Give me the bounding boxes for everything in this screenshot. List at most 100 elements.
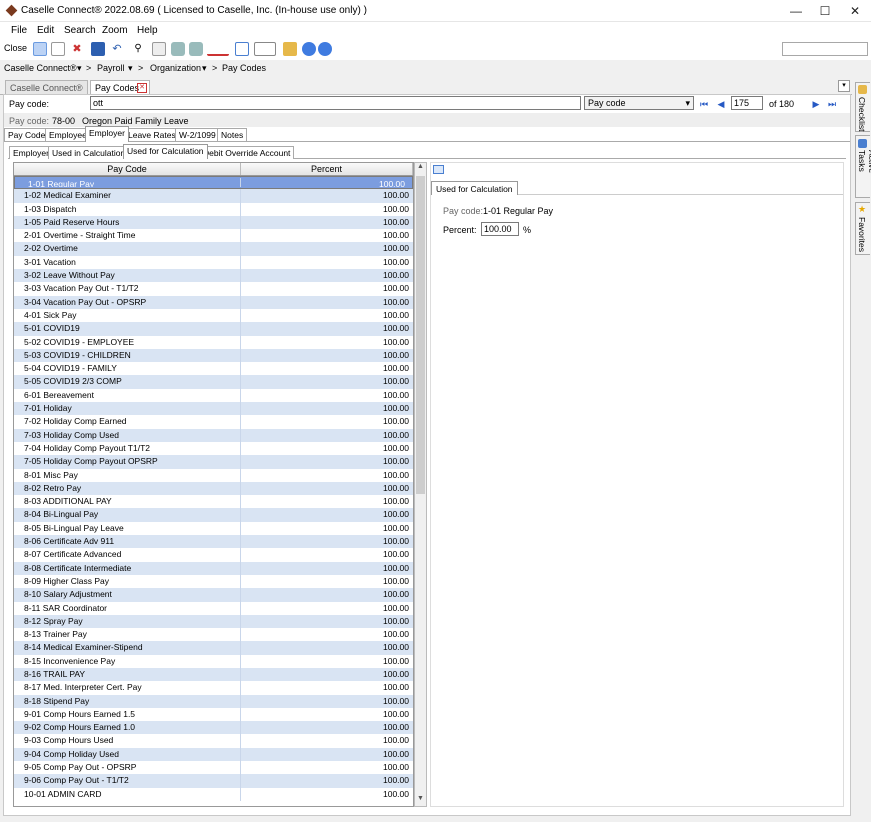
- column-header-pay-code[interactable]: Pay Code: [14, 163, 241, 175]
- breadcrumb-organization[interactable]: Organization: [150, 63, 201, 73]
- table-row[interactable]: 8-07 Certificate Advanced 100.00: [14, 548, 413, 562]
- paycode-lookup-input[interactable]: ott: [90, 96, 581, 110]
- print-preview-icon[interactable]: [189, 42, 203, 56]
- table-row[interactable]: 8-01 Misc Pay 100.00: [14, 468, 413, 482]
- table-row[interactable]: 8-14 Medical Examiner-Stipend 100.00: [14, 641, 413, 655]
- table-row[interactable]: 9-05 Comp Pay Out - OPSRP 100.00: [14, 761, 413, 775]
- undo-icon[interactable]: ↶: [110, 42, 124, 56]
- lock-icon[interactable]: [283, 42, 297, 56]
- menu-edit[interactable]: Edit: [37, 25, 54, 36]
- table-row[interactable]: 5-02 COVID19 - EMPLOYEE 100.00: [14, 335, 413, 349]
- menu-zoom[interactable]: Zoom: [102, 25, 128, 36]
- attach-dropdown-icon[interactable]: [254, 42, 276, 56]
- table-row[interactable]: 2-02 Overtime 100.00: [14, 242, 413, 256]
- table-row[interactable]: 8-06 Certificate Adv 911 100.00: [14, 535, 413, 549]
- scroll-up-icon[interactable]: ▲: [415, 163, 426, 174]
- save-icon[interactable]: [91, 42, 105, 56]
- list-dropdown-icon[interactable]: [207, 42, 229, 56]
- first-record-button[interactable]: ⏮: [699, 98, 709, 110]
- tab-leave-rates[interactable]: Leave Rates: [124, 128, 180, 141]
- table-row[interactable]: 4-01 Sick Pay 100.00: [14, 308, 413, 323]
- table-row[interactable]: 9-01 Comp Hours Earned 1.5 100.00: [14, 707, 413, 722]
- tab-list-dropdown-icon[interactable]: ▾: [838, 80, 850, 92]
- table-row[interactable]: 1-02 Medical Examiner 100.00: [14, 189, 413, 203]
- table-row[interactable]: 9-04 Comp Holiday Used 100.00: [14, 747, 413, 762]
- notes-icon[interactable]: [152, 42, 166, 56]
- chevron-down-icon[interactable]: ▾: [128, 63, 133, 74]
- copy-icon[interactable]: [235, 42, 249, 56]
- breadcrumb-payroll[interactable]: Payroll: [97, 63, 125, 73]
- table-row[interactable]: 3-03 Vacation Pay Out - T1/T2 100.00: [14, 282, 413, 296]
- table-row[interactable]: 8-13 Trainer Pay 100.00: [14, 628, 413, 642]
- close-window-button[interactable]: ✕: [840, 0, 870, 22]
- table-row[interactable]: 3-01 Vacation 100.00: [14, 255, 413, 270]
- delete-icon[interactable]: ✖: [70, 42, 84, 56]
- help-icon[interactable]: [302, 42, 316, 56]
- detail-options-icon[interactable]: [433, 165, 444, 174]
- table-row[interactable]: 8-15 Inconvenience Pay 100.00: [14, 654, 413, 668]
- table-row[interactable]: 8-18 Stipend Pay 100.00: [14, 694, 413, 708]
- table-row[interactable]: 5-01 COVID19 100.00: [14, 322, 413, 336]
- table-row[interactable]: 9-02 Comp Hours Earned 1.0 100.00: [14, 721, 413, 735]
- table-row[interactable]: 8-03 ADDITIONAL PAY 100.00: [14, 495, 413, 509]
- percent-input[interactable]: 100.00: [481, 222, 519, 236]
- table-row[interactable]: 8-08 Certificate Intermediate 100.00: [14, 561, 413, 575]
- next-record-button[interactable]: ▶: [811, 98, 821, 110]
- table-row[interactable]: 8-09 Higher Class Pay 100.00: [14, 574, 413, 589]
- table-row[interactable]: 8-05 Bi-Lingual Pay Leave 100.00: [14, 521, 413, 536]
- column-header-percent[interactable]: Percent: [241, 163, 413, 175]
- tab-pay-code[interactable]: Pay Code: [4, 128, 50, 141]
- prev-record-button[interactable]: ◀: [716, 98, 726, 110]
- table-row[interactable]: 9-06 Comp Pay Out - T1/T2 100.00: [14, 774, 413, 788]
- table-row[interactable]: 9-03 Comp Hours Used 100.00: [14, 734, 413, 748]
- table-row[interactable]: 7-04 Holiday Comp Payout T1/T2 100.00: [14, 441, 413, 456]
- table-row[interactable]: 10-01 ADMIN CARD 100.00: [14, 787, 413, 801]
- search-by-select[interactable]: Pay code ▾: [584, 96, 694, 110]
- tab-notes[interactable]: Notes: [217, 128, 248, 141]
- minimize-button[interactable]: —: [781, 0, 811, 22]
- table-row[interactable]: 7-02 Holiday Comp Earned 100.00: [14, 415, 413, 429]
- table-row[interactable]: 7-05 Holiday Comp Payout OPSRP 100.00: [14, 455, 413, 469]
- table-row[interactable]: 2-01 Overtime - Straight Time 100.00: [14, 229, 413, 243]
- edit-pencil-icon[interactable]: [33, 42, 47, 56]
- tab-employee[interactable]: Employee: [45, 128, 91, 141]
- table-row[interactable]: 5-05 COVID19 2/3 COMP 100.00: [14, 375, 413, 389]
- table-row[interactable]: 1-03 Dispatch 100.00: [14, 202, 413, 216]
- subtab-used-for-calculation[interactable]: Used for Calculation: [123, 144, 208, 159]
- table-row[interactable]: 1-05 Paid Reserve Hours 100.00: [14, 215, 413, 230]
- info-icon[interactable]: [318, 42, 332, 56]
- subtab-employer[interactable]: Employer: [9, 146, 53, 159]
- scrollbar-thumb[interactable]: [416, 176, 425, 494]
- close-button[interactable]: Close: [4, 43, 27, 53]
- toolbar-search-input[interactable]: [782, 42, 868, 56]
- table-row[interactable]: 8-10 Salary Adjustment 100.00: [14, 588, 413, 602]
- new-record-icon[interactable]: [51, 42, 65, 56]
- maximize-button[interactable]: ☐: [810, 0, 840, 22]
- menu-help[interactable]: Help: [137, 25, 158, 36]
- table-row[interactable]: 3-04 Vacation Pay Out - OPSRP 100.00: [14, 295, 413, 309]
- print-icon[interactable]: [171, 42, 185, 56]
- breadcrumb-home[interactable]: Caselle Connect®: [4, 63, 77, 73]
- table-row[interactable]: 7-01 Holiday 100.00: [14, 402, 413, 416]
- table-row[interactable]: 5-03 COVID19 - CHILDREN 100.00: [14, 348, 413, 363]
- table-row[interactable]: 6-01 Bereavement 100.00: [14, 388, 413, 403]
- table-row[interactable]: 8-02 Retro Pay 100.00: [14, 481, 413, 496]
- table-row[interactable]: 3-02 Leave Without Pay 100.00: [14, 269, 413, 283]
- subtab-used-in-calculations[interactable]: Used in Calculations: [48, 146, 134, 159]
- record-number-input[interactable]: 175: [731, 96, 763, 110]
- detail-tab-used-for-calculation[interactable]: Used for Calculation: [431, 181, 518, 195]
- table-row[interactable]: 5-04 COVID19 - FAMILY 100.00: [14, 362, 413, 376]
- table-row[interactable]: 1-01 Regular Pay 100.00: [14, 176, 413, 190]
- table-row[interactable]: 8-16 TRAIL PAY 100.00: [14, 667, 413, 682]
- tab-w2-1099[interactable]: W-2/1099: [175, 128, 220, 141]
- scroll-down-icon[interactable]: ▼: [415, 795, 426, 806]
- doctab-home[interactable]: Caselle Connect®: [5, 80, 88, 95]
- chevron-down-icon[interactable]: ▾: [77, 63, 82, 74]
- last-record-button[interactable]: ⏭: [827, 98, 837, 110]
- close-tab-icon[interactable]: ✕: [137, 83, 147, 93]
- table-row[interactable]: 8-17 Med. Interpreter Cert. Pay 100.00: [14, 681, 413, 695]
- menu-search[interactable]: Search: [64, 25, 96, 36]
- find-binoculars-icon[interactable]: ⚲: [131, 42, 145, 56]
- subtab-debit-override[interactable]: Debit Override Account: [199, 146, 295, 159]
- table-row[interactable]: 7-03 Holiday Comp Used 100.00: [14, 428, 413, 442]
